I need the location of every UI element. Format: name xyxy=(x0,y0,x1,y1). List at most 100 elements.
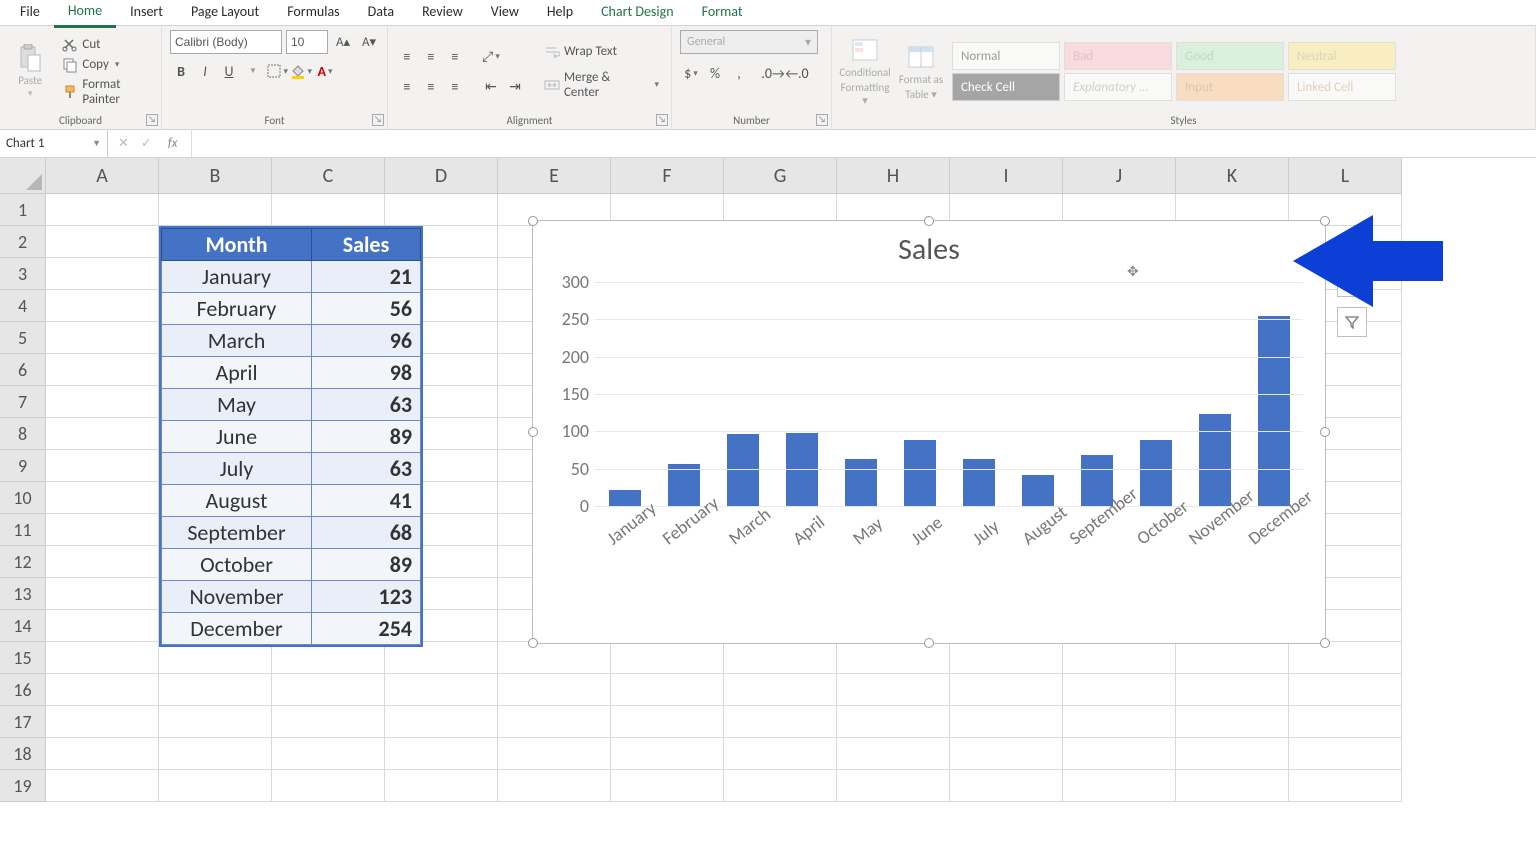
align-top-icon[interactable]: ≡ xyxy=(396,46,418,68)
row-header[interactable]: 11 xyxy=(0,514,46,546)
column-header[interactable]: D xyxy=(385,158,498,194)
copy-button[interactable]: Copy xyxy=(58,56,153,74)
font-color-button[interactable]: A xyxy=(314,60,336,82)
tab-formulas[interactable]: Formulas xyxy=(273,0,353,26)
cell[interactable] xyxy=(724,738,837,770)
cell-sales[interactable]: 89 xyxy=(312,421,421,453)
column-header[interactable]: K xyxy=(1176,158,1289,194)
cell[interactable] xyxy=(46,482,159,514)
cell[interactable] xyxy=(272,194,385,226)
cell-sales[interactable]: 98 xyxy=(312,357,421,389)
row-header[interactable]: 8 xyxy=(0,418,46,450)
style-bad[interactable]: Bad xyxy=(1064,42,1172,70)
cell[interactable] xyxy=(46,770,159,802)
cell[interactable] xyxy=(1176,642,1289,674)
cell-month[interactable]: January xyxy=(162,261,312,293)
tab-review[interactable]: Review xyxy=(408,0,477,26)
cell[interactable] xyxy=(1063,674,1176,706)
style-good[interactable]: Good xyxy=(1176,42,1284,70)
resize-handle[interactable] xyxy=(1320,638,1330,648)
chart-bar[interactable] xyxy=(1022,475,1054,506)
cell[interactable] xyxy=(385,738,498,770)
cell-month[interactable]: March xyxy=(162,325,312,357)
cell[interactable] xyxy=(498,738,611,770)
row-header[interactable]: 4 xyxy=(0,290,46,322)
cell[interactable] xyxy=(46,290,159,322)
cell[interactable] xyxy=(1289,642,1402,674)
chart-bar[interactable] xyxy=(1140,440,1172,506)
increase-decimal-icon[interactable]: .0→ xyxy=(762,62,784,84)
cell-month[interactable]: December xyxy=(162,613,312,645)
row-header[interactable]: 1 xyxy=(0,194,46,226)
tab-help[interactable]: Help xyxy=(533,0,587,26)
cell[interactable] xyxy=(159,194,272,226)
cell[interactable] xyxy=(1176,674,1289,706)
resize-handle[interactable] xyxy=(528,216,538,226)
cell[interactable] xyxy=(837,674,950,706)
style-check-cell[interactable]: Check Cell xyxy=(952,73,1060,101)
column-header[interactable]: F xyxy=(611,158,724,194)
cell[interactable] xyxy=(498,674,611,706)
cell-month[interactable]: May xyxy=(162,389,312,421)
cell[interactable] xyxy=(611,674,724,706)
column-header[interactable]: G xyxy=(724,158,837,194)
formula-input[interactable] xyxy=(191,130,1536,157)
tab-file[interactable]: File xyxy=(6,0,54,26)
cell[interactable] xyxy=(46,642,159,674)
cell[interactable] xyxy=(46,450,159,482)
align-middle-icon[interactable]: ≡ xyxy=(420,46,442,68)
cell[interactable] xyxy=(1176,738,1289,770)
cell[interactable] xyxy=(837,706,950,738)
cell-month[interactable]: April xyxy=(162,357,312,389)
chart-bar[interactable] xyxy=(904,440,936,506)
bold-button[interactable]: B xyxy=(170,60,192,82)
column-header[interactable]: C xyxy=(272,158,385,194)
style-explanatory[interactable]: Explanatory ... xyxy=(1064,73,1172,101)
decrease-decimal-icon[interactable]: ←.0 xyxy=(786,62,808,84)
cell[interactable] xyxy=(46,322,159,354)
increase-indent-icon[interactable]: ⇥ xyxy=(504,76,526,98)
tab-home[interactable]: Home xyxy=(54,0,116,28)
cell[interactable] xyxy=(1063,738,1176,770)
cell[interactable] xyxy=(611,770,724,802)
cell[interactable] xyxy=(46,674,159,706)
cell[interactable] xyxy=(837,738,950,770)
tab-page-layout[interactable]: Page Layout xyxy=(177,0,273,26)
decrease-font-icon[interactable]: A▾ xyxy=(358,31,380,53)
chart-bar[interactable] xyxy=(609,490,641,506)
cell-sales[interactable]: 21 xyxy=(312,261,421,293)
cell-month[interactable]: October xyxy=(162,549,312,581)
row-header[interactable]: 16 xyxy=(0,674,46,706)
tab-chart-design[interactable]: Chart Design xyxy=(587,0,687,26)
cell-sales[interactable]: 56 xyxy=(312,293,421,325)
cell[interactable] xyxy=(1289,770,1402,802)
cell[interactable] xyxy=(46,706,159,738)
chart-bar[interactable] xyxy=(727,434,759,506)
cell[interactable] xyxy=(1289,706,1402,738)
font-launcher[interactable]: ↘ xyxy=(372,114,384,126)
cell[interactable] xyxy=(837,770,950,802)
row-header[interactable]: 12 xyxy=(0,546,46,578)
align-right-icon[interactable]: ≡ xyxy=(444,76,466,98)
cell-sales[interactable]: 63 xyxy=(312,453,421,485)
cell[interactable] xyxy=(1063,706,1176,738)
align-center-icon[interactable]: ≡ xyxy=(420,76,442,98)
cell[interactable] xyxy=(46,418,159,450)
cell[interactable] xyxy=(46,738,159,770)
chart-bar[interactable] xyxy=(963,459,995,506)
paste-button[interactable]: Paste ▼ xyxy=(8,35,52,109)
cell[interactable] xyxy=(611,706,724,738)
cell[interactable] xyxy=(1063,770,1176,802)
row-header[interactable]: 10 xyxy=(0,482,46,514)
tab-insert[interactable]: Insert xyxy=(116,0,177,26)
cell[interactable] xyxy=(385,194,498,226)
row-header[interactable]: 17 xyxy=(0,706,46,738)
cell[interactable] xyxy=(272,674,385,706)
font-name-select[interactable] xyxy=(170,30,282,54)
cell[interactable] xyxy=(272,770,385,802)
cell[interactable] xyxy=(1289,738,1402,770)
number-launcher[interactable]: ↘ xyxy=(816,114,828,126)
tab-data[interactable]: Data xyxy=(354,0,408,26)
align-left-icon[interactable]: ≡ xyxy=(396,76,418,98)
cell-month[interactable]: August xyxy=(162,485,312,517)
